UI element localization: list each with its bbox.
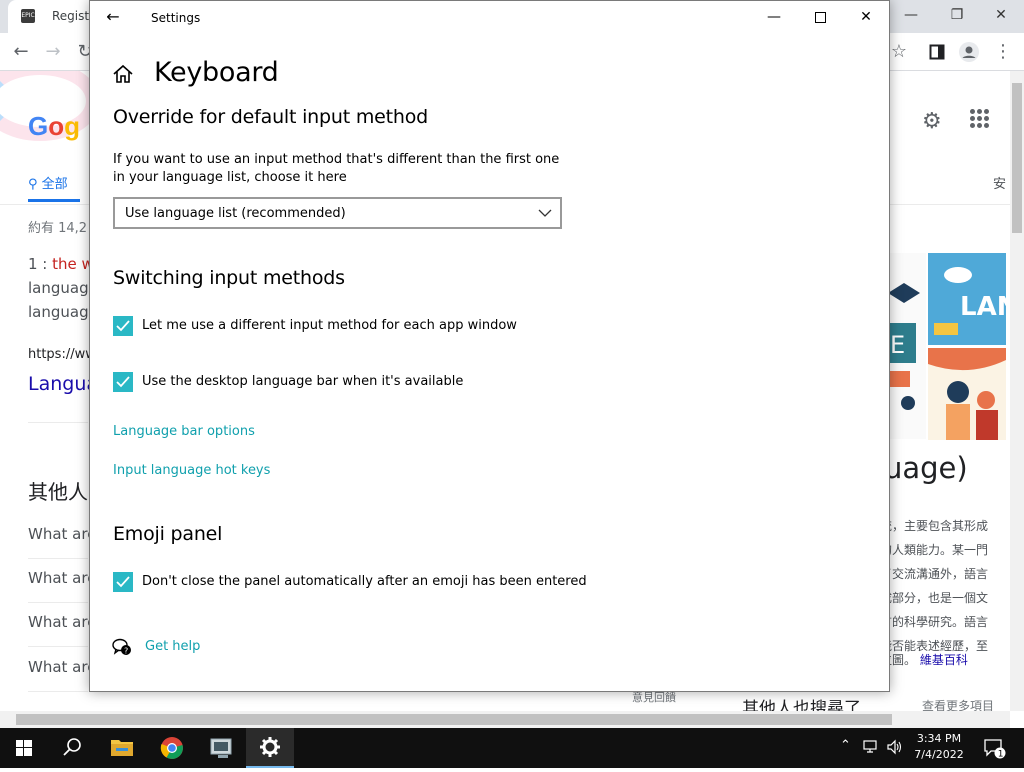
tab-all[interactable]: ⚲ 全部 [28,173,68,192]
taskbar-clock[interactable]: 3:34 PM 7/4/2022 [906,731,972,763]
settings-window-title: Settings [151,11,201,25]
result-divider [28,422,88,423]
knowledge-panel-title: uage) [884,451,968,485]
remote-desktop-icon[interactable] [198,728,246,768]
chrome-close-button[interactable]: ✕ [978,0,1024,33]
people-also-ask-heading: 其他人 [28,480,88,504]
svg-text:1: 1 [998,750,1004,760]
chevron-down-icon [538,205,552,219]
per-app-input-checkbox[interactable] [113,316,133,336]
knowledge-line: 統，主要包含其形成 [880,519,989,533]
epic-favicon-icon: EPIC [21,9,35,23]
page-title: Keyboard [154,57,279,88]
network-icon[interactable] [862,738,880,760]
knowledge-line: 成部分，也是一個文 [880,591,989,605]
google-logo[interactable]: Gog [28,111,80,142]
knowledge-line: 的人類能力。某一門 [880,543,989,557]
question-divider [28,691,88,692]
close-button[interactable]: ✕ [843,1,889,34]
chrome-minimize-button[interactable]: — [888,0,934,33]
chrome-restore-button[interactable]: ❐ [934,0,980,33]
maximize-button[interactable] [797,1,843,34]
result-url[interactable]: https://ww [28,347,96,362]
svg-text:LANG: LANG [960,292,1006,322]
help-chat-icon[interactable]: ? [112,637,132,657]
related-question[interactable]: What are [28,569,96,587]
google-settings-gear-icon[interactable]: ⚙ [922,109,942,134]
result-snippet-line3: language [28,303,98,321]
side-panel-icon[interactable] [924,39,950,65]
chrome-taskbar-icon[interactable] [148,728,196,768]
page-vertical-scrollbar[interactable] [1010,71,1024,711]
question-divider [28,602,88,603]
knowledge-image-bottom-right[interactable] [928,348,1006,440]
minimize-button[interactable]: — [751,1,797,34]
settings-window: ← Settings — ✕ Keyboard Override for def… [89,0,890,692]
result-count: 約有 14,2 [28,221,88,236]
taskbar: ⌃ 3:34 PM 7/4/2022 1 [0,728,1024,768]
desktop-language-bar-label: Use the desktop language bar when it's a… [142,374,464,389]
get-help-link[interactable]: Get help [145,639,200,654]
related-question[interactable]: What are [28,525,96,543]
action-center-icon[interactable]: 1 [982,736,1006,760]
knowledge-image-top-right[interactable]: LANG [928,253,1006,345]
more-related-heading: 其他人也搜尋了 [742,699,861,711]
clock-time: 3:34 PM [916,732,962,745]
profile-avatar-icon[interactable] [956,39,982,65]
start-button[interactable] [0,728,48,768]
google-apps-icon[interactable] [970,109,990,129]
vertical-scroll-thumb[interactable] [1012,83,1022,233]
home-icon[interactable] [112,63,134,85]
knowledge-line: 了交流溝通外，語言 [880,567,989,581]
desktop-language-bar-checkbox[interactable] [113,372,133,392]
knowledge-line: 言的科學研究。語言 [880,615,989,629]
emoji-panel-label: Don't close the panel automatically afte… [142,574,587,589]
view-more-link[interactable]: 查看更多項目 [922,697,994,711]
input-language-hot-keys-link[interactable]: Input language hot keys [113,463,270,478]
settings-titlebar: ← Settings — ✕ [90,1,889,34]
override-section-heading: Override for default input method [113,106,428,128]
default-input-method-dropdown[interactable]: Use language list (recommended) [113,197,562,229]
result-link[interactable]: Langua [28,373,98,395]
page-horizontal-scrollbar[interactable] [0,711,1010,728]
settings-taskbar-gear-icon[interactable] [246,728,294,768]
result-snippet-line2: language [28,279,98,297]
clock-date: 7/4/2022 [914,748,964,761]
switching-section-heading: Switching input methods [113,267,345,289]
override-description: If you want to use an input method that'… [113,152,560,185]
dropdown-selected-value: Use language list (recommended) [125,206,346,221]
volume-icon[interactable] [886,738,904,760]
knowledge-line-last: 位圖。 維基百科 [880,653,968,667]
tab-all-underline [28,199,80,202]
horizontal-scroll-thumb[interactable] [16,714,892,725]
related-question[interactable]: What are [28,613,96,631]
emoji-section-heading: Emoji panel [113,523,223,545]
result-snippet-line1: 1 : the w [28,255,94,273]
related-question[interactable]: What are [28,658,96,676]
question-divider [28,646,88,647]
chrome-forward-icon[interactable]: → [40,39,66,65]
svg-text:?: ? [124,647,128,656]
chrome-back-icon[interactable]: ← [8,39,34,65]
per-app-input-label: Let me use a different input method for … [142,318,517,333]
svg-text:E: E [890,331,905,359]
language-bar-options-link[interactable]: Language bar options [113,424,255,439]
back-arrow-icon[interactable]: ← [100,5,126,31]
emoji-panel-checkbox[interactable] [113,572,133,592]
tab-right-partial[interactable]: 安 [993,173,1006,192]
search-icon[interactable] [48,728,96,768]
chrome-menu-icon[interactable]: ⋮ [990,39,1016,65]
tray-chevron-up-icon[interactable]: ⌃ [840,738,851,753]
file-explorer-icon[interactable] [98,728,146,768]
wikipedia-link[interactable]: 維基百科 [920,653,968,667]
question-divider [28,558,88,559]
